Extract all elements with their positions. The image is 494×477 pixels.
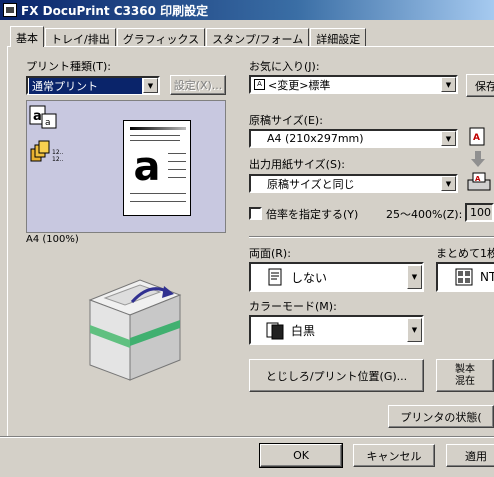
output-size-value: 原稿サイズと同じ <box>267 177 355 191</box>
printer-status-button[interactable]: プリンタの状態( <box>388 405 494 428</box>
preview-caption: A4 (100%) <box>26 234 79 245</box>
svg-text:12..: 12.. <box>52 149 64 156</box>
zoom-input[interactable]: 100 <box>465 203 494 222</box>
nup-select[interactable]: NT <box>436 262 494 292</box>
zoom-checkbox[interactable] <box>249 207 262 220</box>
output-size-select[interactable]: 原稿サイズと同じ ▼ <box>249 174 458 193</box>
chevron-down-icon[interactable]: ▼ <box>407 265 422 289</box>
chevron-down-icon[interactable]: ▼ <box>441 131 456 146</box>
zoom-value: 100 <box>470 206 491 219</box>
black-white-icon <box>266 322 284 340</box>
footer-divider <box>0 436 494 438</box>
zoom-range-label: 25〜400%(Z): <box>386 208 463 221</box>
svg-text:A: A <box>475 175 481 183</box>
original-size-select[interactable]: A4 (210x297mm) ▼ <box>249 129 458 148</box>
duplex-select[interactable]: しない ▼ <box>249 262 424 292</box>
original-document-icon: A <box>469 127 485 146</box>
duplex-label: 両面(R): <box>249 247 291 260</box>
zoom-checkbox-label: 倍率を指定する(Y) <box>266 208 359 221</box>
single-sided-icon <box>268 268 282 286</box>
output-size-label: 出力用紙サイズ(S): <box>249 158 345 171</box>
tab-basic[interactable]: 基本 <box>10 26 44 47</box>
tab-tray-output[interactable]: トレイ/排出 <box>45 28 116 46</box>
nup-value: NT <box>480 270 494 284</box>
nup-label: まとめて1枚 <box>436 247 494 260</box>
printer-output-icon: A <box>467 172 491 191</box>
ok-button[interactable]: OK <box>259 443 343 468</box>
color-mode-select[interactable]: 白黒 ▼ <box>249 315 424 345</box>
chevron-down-icon[interactable]: ▼ <box>441 77 456 92</box>
printer-app-icon <box>3 3 17 17</box>
divider <box>249 236 494 238</box>
preview-panel: a a 12.. 12.. a <box>26 100 226 233</box>
preview-paper: a <box>123 120 191 216</box>
preview-letter: a <box>133 144 161 190</box>
title-bar: FX DocuPrint C3360 印刷設定 <box>0 0 494 20</box>
cancel-button[interactable]: キャンセル <box>353 444 435 467</box>
layout-a-icon: a a <box>29 105 57 129</box>
stacked-tray-icon: 12.. 12.. <box>30 140 64 163</box>
apply-button[interactable]: 適用 <box>446 444 494 467</box>
printer-illustration <box>88 279 182 381</box>
binding-print-position-button[interactable]: とじしろ/プリント位置(G)... <box>249 359 424 392</box>
chevron-down-icon[interactable]: ▼ <box>407 318 422 342</box>
svg-text:a: a <box>33 109 42 124</box>
dialog-footer: OK キャンセル 適用 <box>0 436 494 477</box>
favorites-value: <変更>標準 <box>268 78 331 92</box>
print-type-label: プリント種類(T): <box>26 60 112 73</box>
tab-stamp-form[interactable]: スタンプ/フォーム <box>206 28 310 46</box>
favorites-select[interactable]: A <変更>標準 ▼ <box>249 75 458 94</box>
favorites-label: お気に入り(J): <box>249 60 320 73</box>
multi-page-icon <box>455 268 473 286</box>
color-mode-label: カラーモード(M): <box>249 300 337 313</box>
document-a-icon: A <box>254 79 265 90</box>
tab-graphics[interactable]: グラフィックス <box>116 28 206 46</box>
window-title: FX DocuPrint C3360 印刷設定 <box>21 3 209 18</box>
tab-advanced[interactable]: 詳細設定 <box>310 28 367 46</box>
chevron-down-icon[interactable]: ▼ <box>143 78 158 93</box>
svg-text:A: A <box>473 133 480 143</box>
svg-text:a: a <box>45 118 51 128</box>
original-size-value: A4 (210x297mm) <box>267 132 364 145</box>
booklet-mixed-button[interactable]: 製本 混在 <box>436 359 494 392</box>
original-size-label: 原稿サイズ(E): <box>249 114 323 127</box>
duplex-value: しない <box>291 270 328 285</box>
print-type-value: 通常プリント <box>29 77 142 94</box>
chevron-down-icon[interactable]: ▼ <box>441 176 456 191</box>
color-mode-value: 白黒 <box>291 323 316 338</box>
print-type-settings-button[interactable]: 設定(X)... <box>170 75 226 95</box>
print-type-select[interactable]: 通常プリント ▼ <box>26 76 160 95</box>
tab-strip: 基本 トレイ/排出 グラフィックス スタンプ/フォーム 詳細設定 <box>10 26 367 47</box>
arrow-down-icon <box>471 151 485 167</box>
favorites-save-button[interactable]: 保存 <box>466 74 494 97</box>
svg-text:12..: 12.. <box>52 156 64 163</box>
